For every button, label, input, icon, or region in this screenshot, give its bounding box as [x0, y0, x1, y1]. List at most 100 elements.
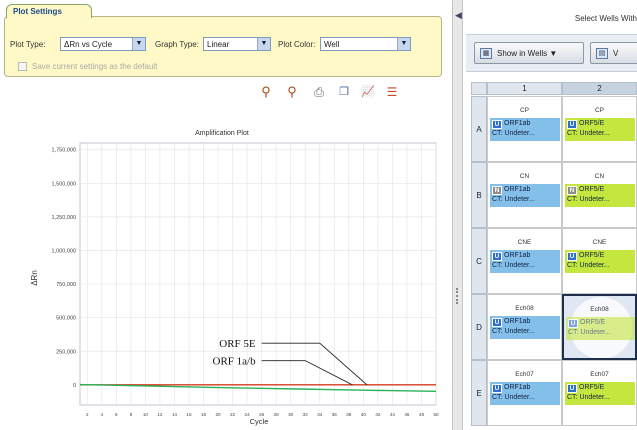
x-tick-label: 22	[230, 412, 236, 417]
plot-type-label: Plot Type:	[10, 40, 46, 49]
task-badge-icon: N	[492, 186, 502, 195]
chart-title: Amplification Plot	[195, 130, 249, 137]
column-header[interactable]: 1	[487, 82, 562, 95]
x-tick-label: 4	[101, 412, 104, 417]
show-in-wells-label: Show in Wells ▼	[497, 49, 558, 58]
save-default-label: Save current settings as the default	[32, 62, 158, 71]
plate-well[interactable]: CN N ORF5/E CT: Undeter...	[562, 162, 637, 228]
x-tick-label: 18	[201, 412, 207, 417]
graph-type-value: Linear	[207, 40, 230, 49]
x-tick-label: 48	[419, 412, 425, 417]
show-in-wells-button[interactable]: ▦ Show in Wells ▼	[474, 42, 584, 64]
x-tick-label: 24	[245, 412, 251, 417]
row-header[interactable]: B	[471, 162, 487, 228]
plot-color-label: Plot Color:	[278, 40, 316, 49]
x-tick-label: 44	[390, 412, 396, 417]
column-header[interactable]: 2	[562, 82, 637, 95]
x-tick-label: 16	[186, 412, 192, 417]
plate-well[interactable]: CN N ORF1ab CT: Undeter...	[487, 162, 562, 228]
plate-corner	[471, 82, 487, 95]
x-tick-label: 26	[259, 412, 265, 417]
target-name: ORF5/E	[579, 384, 605, 391]
y-tick-label: 1,250,000	[52, 215, 76, 221]
row-header[interactable]: C	[471, 228, 487, 294]
plate-well[interactable]: Ech07 U ORF1ab CT: Undeter...	[487, 360, 562, 426]
panel-splitter[interactable]: ◀	[452, 0, 463, 430]
amplification-plot: Amplification Plot Cycle ΔRn 2 4 6 8 10 12 14 1…	[30, 130, 439, 426]
save-default-checkbox[interactable]	[18, 62, 27, 72]
splitter-grip-icon	[456, 288, 458, 304]
y-axis-label: ΔRn	[30, 270, 39, 286]
row-header[interactable]: D	[471, 294, 487, 360]
print-icon[interactable]: ⎙	[311, 84, 327, 100]
plate-well[interactable]: Ech08 U ORF5/E CT: Undeter...	[562, 294, 637, 360]
y-tick-label: 500,000	[56, 316, 76, 322]
x-tick-label: 20	[215, 412, 221, 417]
plot-type-value: ΔRn vs Cycle	[64, 40, 113, 49]
wells-icon: ▦	[480, 48, 492, 59]
task-badge-icon: U	[492, 384, 502, 393]
plate-well[interactable]: Ech08 U ORF1ab CT: Undeter...	[487, 294, 562, 360]
plate-well[interactable]: CP U ORF1ab CT: Undeter...	[487, 96, 562, 162]
well-target: U ORF5/E CT: Undeter...	[566, 317, 635, 340]
target-ct: CT: Undeter...	[568, 329, 611, 336]
task-badge-icon: U	[492, 252, 502, 261]
y-tick-label: 1,750,000	[52, 148, 76, 154]
row-header[interactable]: E	[471, 360, 487, 426]
x-tick-label: 40	[361, 412, 367, 417]
plot-area	[79, 142, 437, 406]
view-button-label: V	[613, 49, 619, 58]
well-sample-name: Ech08	[515, 305, 534, 312]
plate-well[interactable]: CNE U ORF1ab CT: Undeter...	[487, 228, 562, 294]
plot-settings-tab[interactable]: Plot Settings	[6, 4, 92, 18]
target-name: ORF5/E	[579, 252, 605, 259]
view-icon: ▤	[596, 48, 608, 59]
save-default-row[interactable]: Save current settings as the default	[18, 62, 238, 74]
target-ct: CT: Undeter...	[492, 394, 535, 401]
plot-color-select[interactable]: Well ▼	[320, 37, 411, 51]
target-name: ORF1ab	[504, 120, 531, 127]
copy-icon[interactable]: ❐	[336, 84, 352, 100]
y-tick-label: 250,000	[56, 349, 76, 355]
plate-toolbar: ▦ Show in Wells ▼ ▤ V	[466, 34, 637, 72]
well-target: U ORF5/E CT: Undeter...	[565, 250, 635, 273]
x-tick-label: 14	[172, 412, 178, 417]
task-badge-icon: U	[567, 120, 577, 129]
well-sample-name: CNE	[517, 239, 532, 246]
target-name: ORF1ab	[504, 318, 531, 325]
x-tick-label: 50	[433, 412, 439, 417]
plot-type-select[interactable]: ΔRn vs Cycle ▼	[60, 37, 146, 51]
target-name: ORF1ab	[504, 384, 531, 391]
target-ct: CT: Undeter...	[492, 328, 535, 335]
well-target: U ORF5/E CT: Undeter...	[565, 118, 635, 141]
plot-grid	[79, 142, 437, 406]
chevron-down-icon: ▼	[257, 38, 270, 50]
chart-icon[interactable]: 📈	[360, 84, 376, 100]
well-sample-name: Ech07	[515, 371, 534, 378]
x-tick-label: 38	[346, 412, 352, 417]
well-sample-name: CP	[594, 107, 605, 114]
zoom-in-icon[interactable]: ⚲	[258, 84, 274, 100]
view-button[interactable]: ▤ V	[590, 42, 637, 64]
well-target: N ORF5/E CT: Undeter...	[565, 184, 635, 207]
list-icon[interactable]: ☰	[384, 84, 400, 100]
plate-well[interactable]: CP U ORF5/E CT: Undeter...	[562, 96, 637, 162]
well-target: U ORF1ab CT: Undeter...	[490, 118, 560, 141]
x-tick-label: 2	[86, 412, 89, 417]
well-sample-name: CP	[519, 107, 530, 114]
well-sample-name: Ech07	[590, 371, 609, 378]
plate-well[interactable]: CNE U ORF5/E CT: Undeter...	[562, 228, 637, 294]
well-target: U ORF1ab CT: Undeter...	[490, 250, 560, 273]
collapse-arrow-icon[interactable]: ◀	[455, 10, 462, 21]
well-target: N ORF1ab CT: Undeter...	[490, 184, 560, 207]
row-header[interactable]: A	[471, 96, 487, 162]
task-badge-icon: U	[492, 120, 502, 129]
graph-type-select[interactable]: Linear ▼	[203, 37, 271, 51]
zoom-out-icon[interactable]: ⚲	[284, 84, 300, 100]
well-sample-name: CNE	[592, 239, 607, 246]
task-badge-icon: U	[492, 318, 502, 327]
plate-well[interactable]: Ech07 U ORF5/E CT: Undeter...	[562, 360, 637, 426]
annotation-label: ORF 5E	[219, 338, 256, 350]
x-tick-label: 46	[404, 412, 410, 417]
task-badge-icon: U	[567, 384, 577, 393]
